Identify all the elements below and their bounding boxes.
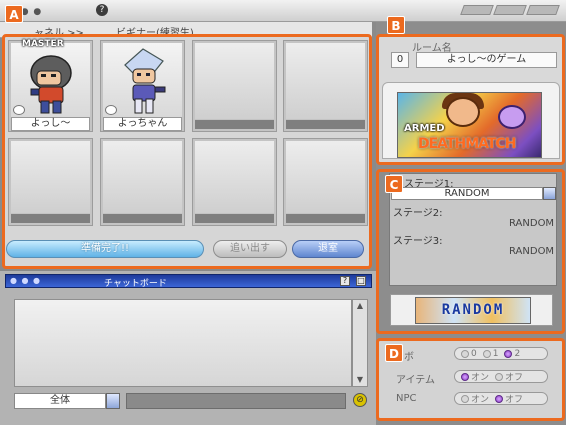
window-controls [460, 5, 560, 15]
radio-icon [482, 349, 491, 358]
chat-send-icon[interactable]: ⊘ [353, 393, 367, 407]
scroll-up-icon[interactable]: ▲ [354, 301, 366, 311]
chat-input[interactable] [126, 393, 346, 409]
bot-count-group: 0 1 2 [454, 347, 548, 360]
player-slot-4[interactable] [283, 40, 368, 132]
bot-option-1[interactable]: 1 [482, 348, 499, 359]
room-number: 0 [391, 52, 409, 68]
npc-off-label: オフ [505, 395, 524, 405]
npc-off-option[interactable]: オフ [495, 392, 523, 405]
pet-egg-icon [13, 105, 25, 115]
panel-badge-a: A [5, 5, 23, 23]
game-mode-banner[interactable]: ARMED DEATHMATCH [397, 92, 542, 158]
npc-toggle-group: オン オフ [454, 392, 548, 405]
empty-slot [286, 141, 365, 213]
chat-scope-dropdown-icon[interactable] [106, 393, 120, 409]
radio-selected-icon [461, 372, 469, 381]
chat-header: ● ● ● チャットボード ? □ [5, 274, 372, 289]
help-icon[interactable]: ? [96, 4, 108, 16]
item-on-label: オン [471, 373, 490, 383]
chat-title: チャットボード [104, 279, 167, 289]
player-slot-2[interactable]: よっちゃん [100, 40, 185, 132]
empty-slot [195, 141, 274, 213]
banner-character-face [446, 97, 480, 127]
bot-option-0-label: 0 [471, 348, 477, 359]
player-slot-6[interactable] [100, 138, 185, 226]
panel-badge-c: C [385, 175, 403, 193]
kick-button[interactable]: 追い出す [213, 240, 287, 258]
slot-bar [286, 120, 365, 129]
pet-egg-icon [105, 105, 117, 115]
chat-header-dots: ● ● ● [10, 276, 42, 285]
bot-label: ボ [404, 352, 414, 363]
chat-scope-select[interactable]: 全体 [14, 393, 106, 409]
bot-option-2[interactable]: 2 [504, 349, 520, 359]
banner-character-2 [498, 105, 526, 129]
scroll-down-icon[interactable]: ▼ [354, 375, 366, 385]
stage-1-dropdown-icon[interactable] [543, 187, 556, 200]
chat-board: ● ● ● チャットボード ? □ ▲ ▼ 全体 ⊘ [0, 270, 376, 425]
npc-on-label: オン [471, 395, 490, 405]
master-label: MASTER [22, 39, 64, 49]
chat-help-icon[interactable]: ? [340, 276, 350, 286]
slot-bar [286, 214, 365, 223]
slot-bar [11, 214, 90, 223]
npc-on-option[interactable]: オン [461, 392, 489, 405]
banner-title-top: ARMED [404, 123, 445, 134]
item-label: アイテム [396, 375, 435, 386]
chat-log[interactable] [14, 299, 352, 387]
empty-slot [11, 141, 90, 213]
player-name: よっし～ [11, 117, 90, 131]
radio-icon [461, 349, 469, 358]
window-tab-3[interactable] [526, 5, 560, 15]
stage-2-value[interactable]: RANDOM [509, 218, 554, 229]
chat-scrollbar[interactable]: ▲ ▼ [352, 299, 368, 387]
stage-3-value[interactable]: RANDOM [509, 246, 554, 257]
item-toggle-group: オン オフ [454, 370, 548, 383]
slot-bar [103, 214, 182, 223]
ready-button[interactable]: 準備完了!! [6, 240, 204, 258]
player-slot-1[interactable]: よっし～ [8, 40, 93, 132]
bot-option-0[interactable]: 0 [461, 349, 477, 359]
empty-slot [195, 43, 274, 119]
stage-preview-image: RANDOM [415, 297, 531, 324]
item-off-label: オフ [505, 373, 524, 383]
slot-bar [195, 120, 274, 129]
banner-title-bottom: DEATHMATCH [418, 136, 516, 152]
title-bar: ● ● ● ? [0, 0, 566, 22]
chat-minimize-icon[interactable]: □ [356, 276, 366, 286]
window-tab-2[interactable] [493, 5, 527, 15]
empty-slot [103, 141, 182, 213]
stage-1-select[interactable]: RANDOM [391, 187, 543, 200]
bot-option-2-label: 2 [514, 348, 521, 359]
player-slot-5[interactable] [8, 138, 93, 226]
player-slot-8[interactable] [283, 138, 368, 226]
player-name: よっちゃん [103, 117, 182, 131]
empty-slot [286, 43, 365, 119]
bot-option-1-label: 1 [492, 348, 499, 359]
radio-icon [495, 372, 504, 381]
room-name: よっし～のゲーム [416, 52, 557, 68]
player-slot-3[interactable] [192, 40, 277, 132]
panel-badge-b: B [387, 16, 405, 34]
radio-selected-icon [495, 394, 504, 403]
window-tab-1[interactable] [460, 5, 494, 15]
player-slot-7[interactable] [192, 138, 277, 226]
item-off-option[interactable]: オフ [495, 370, 523, 383]
npc-label: NPC [396, 393, 417, 404]
leave-room-button[interactable]: 退室 [292, 240, 364, 258]
stage-3-label: ステージ3: [393, 236, 443, 247]
slot-bar [195, 214, 274, 223]
stage-2-label: ステージ2: [393, 208, 443, 219]
radio-icon [461, 394, 469, 403]
panel-badge-d: D [385, 344, 403, 362]
radio-selected-icon [504, 349, 513, 358]
item-on-option[interactable]: オン [461, 370, 489, 383]
